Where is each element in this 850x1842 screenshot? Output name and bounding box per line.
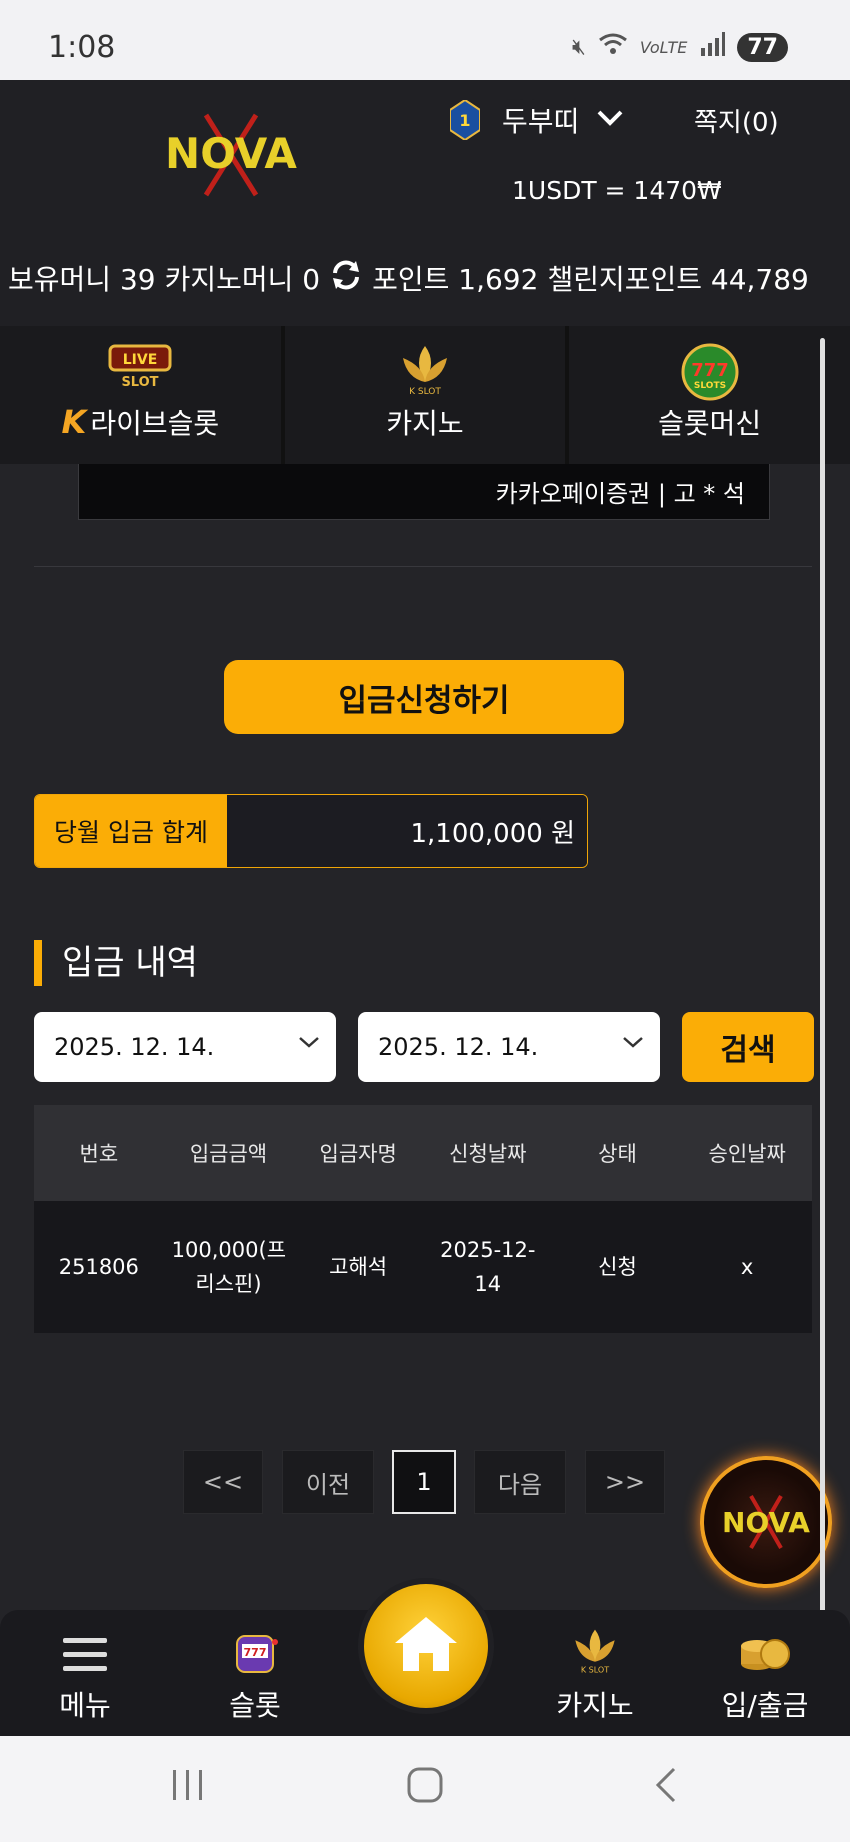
battery-icon: 77 <box>737 32 788 62</box>
nav-slot[interactable]: 777 슬롯 <box>180 1610 330 1736</box>
history-title: 입금 내역 <box>34 940 198 986</box>
svg-text:NOVA: NOVA <box>165 129 297 178</box>
date-to-select[interactable]: 2025. 12. 14. <box>358 1012 660 1082</box>
balance-bar: 보유머니 39 카지노머니 0 포인트 1,692 챌린지포인트 44,789 <box>0 258 850 298</box>
cell-approval-date: x <box>682 1201 812 1333</box>
cell-depositor: 고해석 <box>293 1201 423 1333</box>
svg-text:K SLOT: K SLOT <box>581 1665 609 1674</box>
column-header: 입금자명 <box>293 1105 423 1201</box>
tab-label: 슬롯머신 <box>658 407 762 440</box>
tab-label: 라이브슬롯 <box>90 407 220 440</box>
tab-slot-machine[interactable]: 777 SLOTS 슬롯머신 <box>569 326 850 464</box>
page-next-button[interactable]: 다음 <box>474 1450 566 1514</box>
signal-icon <box>699 32 726 62</box>
monthly-label: 당월 입금 합계 <box>35 795 227 867</box>
home-icon <box>391 1613 461 1679</box>
nova-logo[interactable]: NOVA <box>146 110 316 200</box>
slot-machine-icon: 777 <box>231 1630 279 1680</box>
volte-icon: VoLTE <box>639 37 688 57</box>
account-notice: 카카오페이증권 | 고 * 석 <box>78 464 770 520</box>
search-button[interactable]: 검색 <box>682 1012 814 1082</box>
deposit-request-button[interactable]: 입금신청하기 <box>224 660 624 734</box>
tab-casino[interactable]: K SLOT 카지노 <box>284 326 566 464</box>
chevron-down-icon <box>298 1030 320 1055</box>
page-first-button[interactable]: << <box>183 1450 263 1514</box>
monthly-deposit-total: 당월 입금 합계 1,100,000 원 <box>34 794 588 868</box>
tab-label: 카지노 <box>386 407 464 440</box>
svg-text:SLOT: SLOT <box>122 375 159 390</box>
recent-apps-icon[interactable] <box>170 1766 206 1812</box>
home-nav-icon[interactable] <box>406 1766 444 1814</box>
wifi-icon <box>598 32 628 62</box>
floating-nova-logo[interactable]: NOVA <box>700 1456 832 1588</box>
nav-label: 슬롯 <box>229 1689 281 1722</box>
coins-icon <box>737 1624 793 1680</box>
svg-text:777: 777 <box>244 1646 267 1659</box>
date-from-value: 2025. 12. 14. <box>54 1033 215 1061</box>
nav-deposit-withdraw[interactable]: 입/출금 <box>690 1610 840 1736</box>
cell-request-date: 2025-12-14 <box>422 1201 553 1333</box>
nav-menu[interactable]: 메뉴 <box>10 1610 160 1736</box>
menu-icon <box>61 1634 109 1678</box>
nav-casino[interactable]: K SLOT 카지노 <box>520 1610 670 1736</box>
table-header-row: 번호 입금금액 입금자명 신청날짜 상태 승인날짜 <box>34 1105 812 1201</box>
live-slot-icon: LIVE SLOT <box>108 342 172 394</box>
system-nav-bar <box>0 1736 850 1842</box>
status-time: 1:08 <box>48 30 116 65</box>
svg-text:NOVA: NOVA <box>722 1506 810 1539</box>
nav-label: 메뉴 <box>59 1689 111 1722</box>
status-icons: 🔇︎ VoLTE 77 <box>572 32 788 62</box>
divider <box>34 566 812 567</box>
exchange-rate: 1USDT = 1470₩ <box>512 176 722 205</box>
tab-live-slot[interactable]: LIVE SLOT K 라이브슬롯 <box>0 326 281 464</box>
monthly-value: 1,100,000 원 <box>227 795 587 867</box>
lotus-icon: K SLOT <box>393 342 457 402</box>
chevron-down-icon <box>622 1030 644 1055</box>
column-header: 번호 <box>34 1105 164 1201</box>
status-bar: 1:08 🔇︎ VoLTE 77 <box>0 0 850 80</box>
username[interactable]: 두부띠 <box>502 100 579 140</box>
deposit-history-table: 번호 입금금액 입금자명 신청날짜 상태 승인날짜 251806 100,000… <box>34 1105 812 1333</box>
svg-text:LIVE: LIVE <box>123 352 158 368</box>
table-row: 251806 100,000(프리스핀) 고해석 2025-12-14 신청 x <box>34 1201 812 1333</box>
date-to-value: 2025. 12. 14. <box>378 1033 539 1061</box>
slot-777-icon: 777 SLOTS <box>680 342 740 406</box>
column-header: 입금금액 <box>163 1105 294 1201</box>
page-prev-button[interactable]: 이전 <box>282 1450 374 1514</box>
casino-money-balance: 카지노머니 0 <box>164 263 321 296</box>
svg-text:K SLOT: K SLOT <box>409 387 441 397</box>
lotus-icon: K SLOT <box>565 1626 625 1680</box>
chevron-down-icon[interactable] <box>596 106 624 134</box>
nav-label: 카지노 <box>556 1689 634 1722</box>
level-badge: 1 <box>449 98 481 142</box>
mute-icon: 🔇︎ <box>571 34 586 60</box>
scrollbar[interactable] <box>820 338 825 1638</box>
column-header: 신청날짜 <box>422 1105 553 1201</box>
cell-number: 251806 <box>34 1201 164 1333</box>
page-current-button[interactable]: 1 <box>392 1450 456 1514</box>
messages-link[interactable]: 쪽지(0) <box>694 102 779 139</box>
money-balance: 보유머니 39 <box>8 263 156 296</box>
date-from-select[interactable]: 2025. 12. 14. <box>34 1012 336 1082</box>
svg-text:SLOTS: SLOTS <box>694 381 726 391</box>
refresh-icon[interactable] <box>329 259 363 298</box>
back-icon[interactable] <box>652 1766 680 1814</box>
site-header: NOVA 1 두부띠 쪽지(0) 1USDT = 1470₩ 보유머니 39 카… <box>0 80 850 326</box>
cell-amount: 100,000(프리스핀) <box>163 1201 294 1333</box>
svg-text:777: 777 <box>691 360 729 381</box>
column-header: 상태 <box>552 1105 683 1201</box>
cell-status: 신청 <box>552 1201 683 1333</box>
nav-label: 입/출금 <box>721 1689 809 1722</box>
points-balance: 포인트 1,692 <box>372 263 539 296</box>
home-button[interactable] <box>358 1578 494 1714</box>
game-tabs: LIVE SLOT K 라이브슬롯 K SLOT 카지노 777 SLOTS 슬롯머… <box>0 326 850 464</box>
challenge-points-balance: 챌린지포인트 44,789 <box>547 263 809 296</box>
svg-text:1: 1 <box>459 111 470 130</box>
column-header: 승인날짜 <box>682 1105 812 1201</box>
k-badge-icon: K <box>61 403 87 441</box>
page-last-button[interactable]: >> <box>585 1450 665 1514</box>
